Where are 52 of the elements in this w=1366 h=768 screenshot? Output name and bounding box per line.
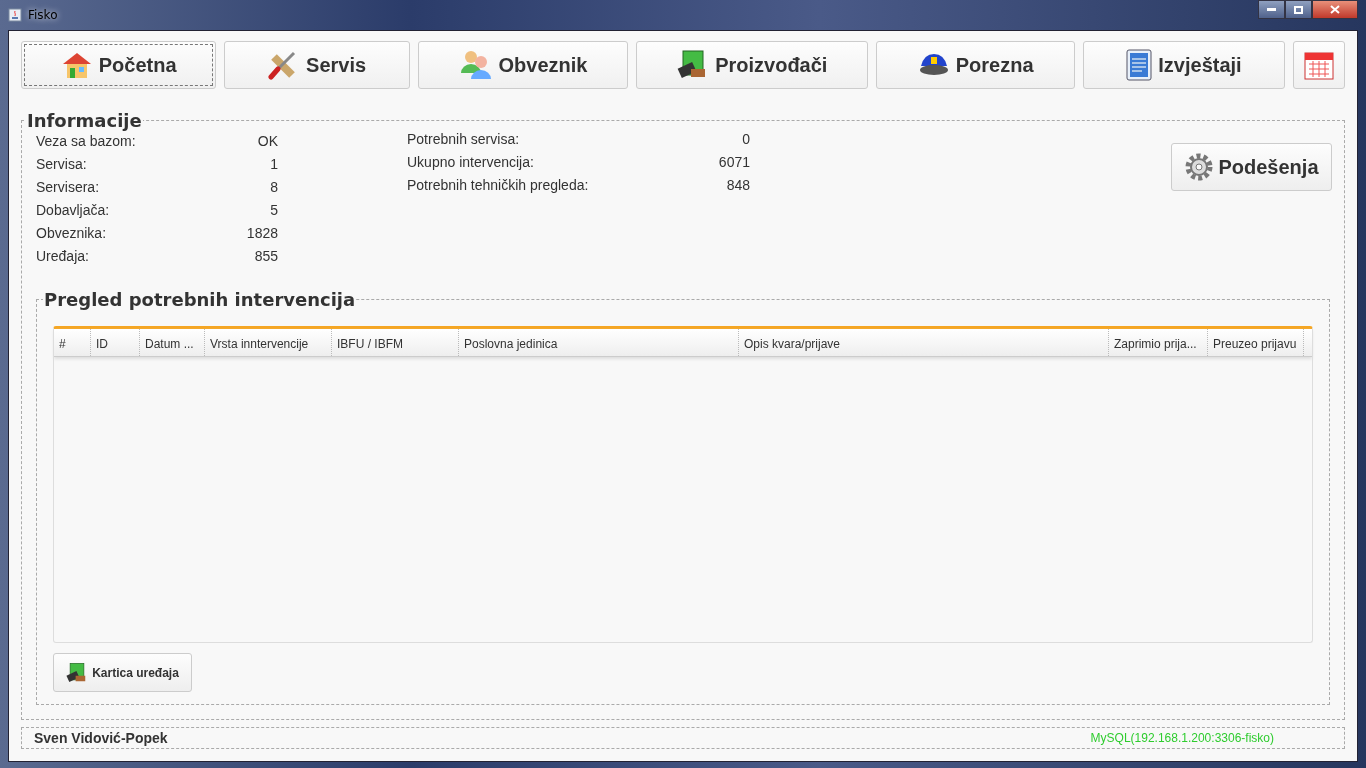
info-value: 1828 — [246, 225, 278, 241]
column-header[interactable]: Zaprimio prija... — [1109, 329, 1208, 356]
column-header[interactable]: Vrsta inntervencije — [205, 329, 332, 356]
info-label: Potrebnih tehničkih pregleda: — [407, 177, 589, 193]
section-title: Pregled potrebnih intervencija — [43, 289, 357, 310]
maximize-button[interactable] — [1285, 0, 1312, 19]
minimize-button[interactable] — [1258, 0, 1285, 19]
info-value: 8 — [270, 179, 278, 195]
column-header[interactable]: ID — [91, 329, 140, 356]
info-label: Potrebnih servisa: — [407, 131, 520, 147]
nav-tab[interactable]: Početna — [21, 41, 217, 89]
calendar-icon — [1303, 49, 1336, 81]
nav-tab[interactable] — [1293, 41, 1345, 89]
info-label: Servisera: — [36, 179, 100, 195]
window-title: Fisko — [28, 8, 58, 22]
device-card-button[interactable]: Kartica uređaja — [53, 653, 192, 692]
settings-icon — [1184, 152, 1215, 182]
nav-tab[interactable]: Obveznik — [417, 41, 629, 89]
info-value: 1 — [270, 156, 278, 172]
info-label: Ukupno intervencija: — [407, 154, 534, 170]
info-label: Obveznika: — [36, 225, 107, 241]
minimize-icon — [1267, 8, 1276, 11]
info-label: Dobavljača: — [36, 202, 110, 218]
column-header[interactable]: Poslovna jedinica — [459, 329, 739, 356]
info-label: Servisa: — [36, 156, 87, 172]
info-label: Uređaja: — [36, 248, 89, 264]
info-value: 0 — [742, 131, 750, 147]
nav-tab[interactable]: Servis — [224, 41, 410, 89]
close-button[interactable] — [1312, 0, 1358, 19]
info-value: 5 — [270, 202, 278, 218]
user-name: Sven Vidović-Popek — [34, 730, 168, 746]
police-cap-icon — [917, 52, 950, 78]
nav-tab[interactable]: Porezna — [876, 41, 1075, 89]
maximize-icon — [1294, 5, 1303, 14]
nav-tab[interactable]: Izvještaji — [1082, 41, 1286, 89]
info-value: 6071 — [718, 154, 750, 170]
people-icon — [458, 49, 493, 81]
connection-info: MySQL(192.168.1.200:3306-fisko) — [1090, 731, 1274, 745]
section-title: Informacije — [26, 110, 143, 131]
close-icon — [1330, 5, 1340, 14]
info-label: Veza sa bazom: — [36, 133, 136, 149]
column-header[interactable]: Datum ... — [140, 329, 205, 356]
info-value: OK — [257, 133, 278, 149]
column-header[interactable]: Preuzeo prijavu — [1208, 329, 1304, 356]
info-value: 855 — [254, 248, 278, 264]
column-header[interactable]: IBFU / IBFM — [332, 329, 459, 356]
nav-tab[interactable]: Proizvođači — [636, 41, 869, 89]
document-icon — [1126, 49, 1153, 81]
info-value: 848 — [726, 177, 750, 193]
settings-button[interactable]: Podešenja — [1171, 143, 1332, 191]
column-header[interactable]: # — [54, 329, 91, 356]
column-header[interactable]: Opis kvara/prijave — [739, 329, 1109, 356]
